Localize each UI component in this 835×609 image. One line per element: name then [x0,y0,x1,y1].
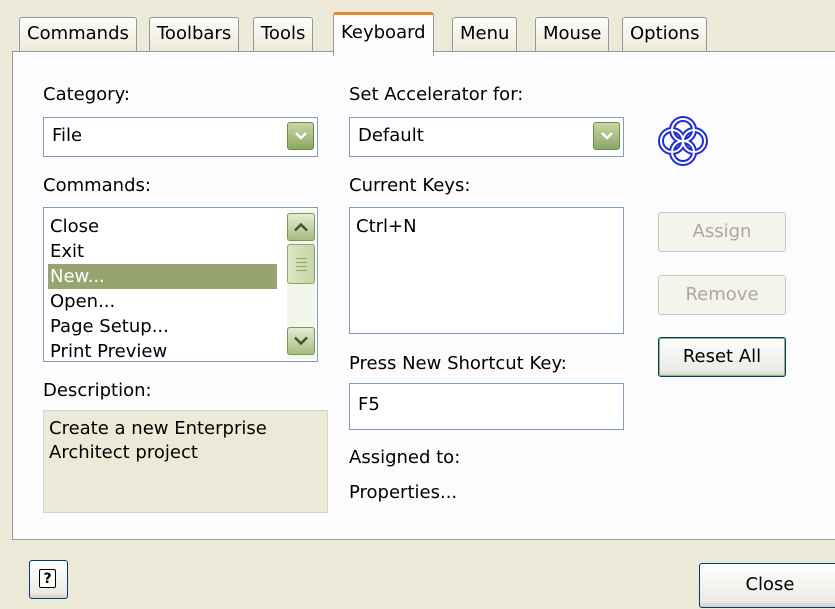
chevron-down-icon[interactable] [287,122,314,150]
tab-keyboard[interactable]: Keyboard [333,12,434,56]
description-box: Create a new Enterprise Architect projec… [43,410,328,513]
tab-tools[interactable]: Tools [253,17,314,52]
remove-button[interactable]: Remove [658,275,786,315]
tab-options[interactable]: Options [622,17,708,52]
assigned-to-label: Assigned to: [349,447,461,468]
shortcut-key-value: F5 [358,394,380,415]
list-item[interactable]: Close [48,214,99,239]
category-dropdown[interactable]: File [43,117,318,157]
list-item[interactable]: Print Preview [48,339,167,361]
list-item[interactable]: Open... [48,289,115,314]
category-value: File [52,125,83,146]
list-item[interactable]: Exit [48,239,84,264]
shortcut-label: Press New Shortcut Key: [349,353,567,374]
help-button[interactable]: ? [29,560,68,599]
help-icon: ? [39,569,56,588]
current-keys-label: Current Keys: [349,175,471,196]
tab-menu[interactable]: Menu [452,17,518,52]
accelerator-label: Set Accelerator for: [349,84,524,105]
assigned-to-value: Properties... [349,482,458,503]
accelerator-value: Default [358,125,424,146]
commands-scrollbar[interactable] [287,210,315,359]
assign-button[interactable]: Assign [658,212,786,252]
close-button[interactable]: Close [699,563,835,608]
scroll-down-arrow-icon[interactable] [287,327,315,355]
tab-commands[interactable]: Commands [19,17,137,52]
reset-all-button[interactable]: Reset All [658,337,786,377]
shortcut-key-input[interactable]: F5 [349,383,624,430]
description-text-line1: Create a new Enterprise [49,418,267,439]
tab-mouse[interactable]: Mouse [535,17,610,52]
description-label: Description: [43,380,152,401]
list-item[interactable]: Ctrl+N [354,214,417,239]
current-keys-list[interactable]: Ctrl+N [349,207,624,334]
commands-list[interactable]: Close Exit New... Open... Page Setup... … [43,207,318,362]
tab-toolbars[interactable]: Toolbars [149,17,240,52]
chevron-down-icon[interactable] [593,122,620,150]
list-item[interactable]: Page Setup... [48,314,169,339]
scroll-up-arrow-icon[interactable] [287,213,315,241]
description-text-line2: Architect project [49,442,198,463]
category-label: Category: [43,84,130,105]
scrollbar-thumb[interactable] [287,244,315,284]
commands-label: Commands: [43,175,151,196]
accelerator-dropdown[interactable]: Default [349,117,624,157]
enterprise-architect-logo-icon [655,113,711,169]
list-item-selected[interactable]: New... [48,264,277,289]
